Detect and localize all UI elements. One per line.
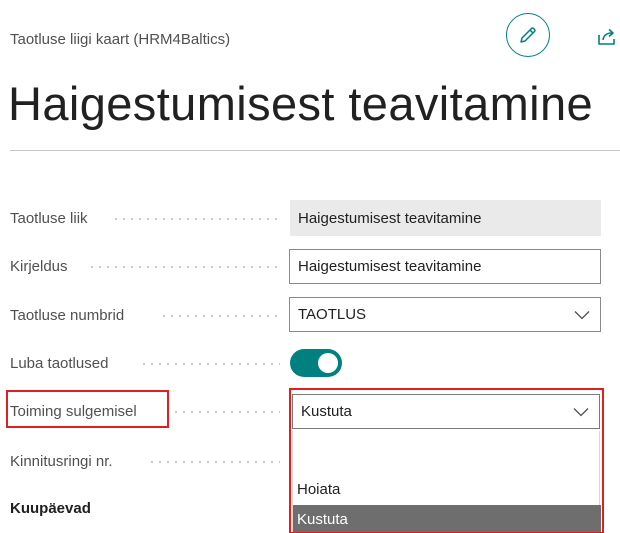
dot-leader (112, 218, 280, 220)
taotluse-liik-value: Haigestumisest teavitamine (290, 200, 601, 236)
field-label-luba-taotlused: Luba taotlused (10, 355, 109, 372)
share-button[interactable] (596, 27, 618, 47)
luba-taotlused-toggle[interactable] (290, 349, 342, 377)
section-title-kuupaevad[interactable]: Kuupäevad (10, 500, 91, 517)
field-label-taotluse-liik: Taotluse liik (10, 210, 88, 227)
dot-leader (160, 315, 280, 317)
select-highlight-box (289, 388, 604, 533)
field-label-toiming-sulgemisel: Toiming sulgemisel (10, 403, 137, 420)
breadcrumb: Taotluse liigi kaart (HRM4Baltics) (10, 31, 231, 48)
taotluse-numbrid-value: TAOTLUS (298, 306, 367, 323)
dot-leader (148, 461, 280, 463)
share-icon (598, 28, 615, 45)
taotluse-numbrid-select[interactable]: TAOTLUS (289, 297, 601, 332)
dot-leader (172, 411, 280, 413)
toggle-knob (318, 353, 338, 373)
dot-leader (140, 363, 280, 365)
title-divider (10, 150, 620, 151)
dot-leader (88, 266, 280, 268)
chevron-down-icon (574, 310, 590, 319)
field-label-kirjeldus: Kirjeldus (10, 258, 68, 275)
field-label-taotluse-numbrid: Taotluse numbrid (10, 307, 125, 324)
kirjeldus-input[interactable]: Haigestumisest teavitamine (289, 249, 601, 284)
page-title: Haigestumisest teavitamine (8, 77, 594, 130)
field-label-kinnitusringi-nr: Kinnitusringi nr. (10, 453, 113, 470)
pencil-icon (520, 27, 536, 43)
edit-button[interactable] (506, 13, 550, 57)
